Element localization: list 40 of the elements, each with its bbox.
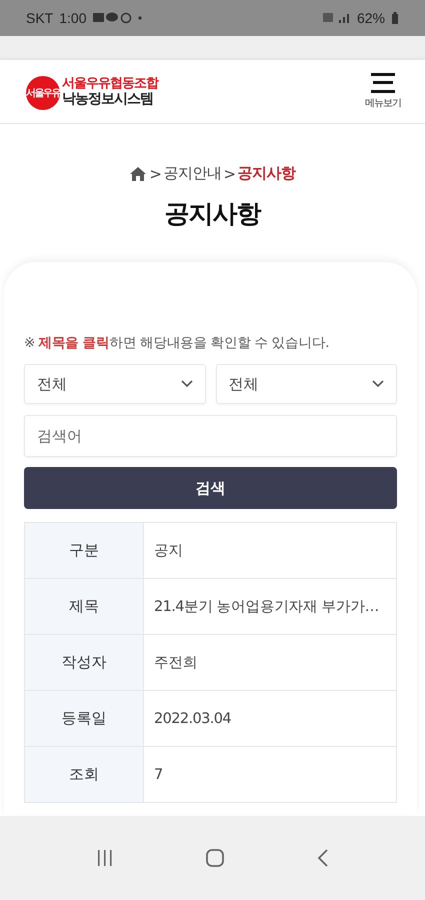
logo-title: 서울우유협동조합 (62, 76, 158, 91)
circle-icon (121, 12, 132, 24)
carrier-text: SKT (26, 10, 54, 26)
field-label: 조회 (25, 747, 144, 802)
chevron-down-icon (372, 380, 384, 388)
field-label: 제목 (25, 579, 144, 634)
back-button[interactable] (316, 848, 330, 868)
clock-text: 1:00 (59, 10, 86, 26)
filter-dropdown[interactable]: 전체 (216, 364, 397, 404)
home-icon[interactable] (129, 166, 148, 182)
field-label: 등록일 (25, 691, 144, 746)
field-label: 구분 (25, 523, 144, 578)
chat-icon (106, 12, 118, 22)
home-button[interactable] (205, 848, 226, 868)
menu-icon (371, 73, 395, 93)
filter-dropdown[interactable]: 전체 (24, 364, 206, 404)
field-value: 7 (153, 766, 164, 784)
field-value: 공지 (153, 542, 184, 561)
logo-badge: 서울우유 (26, 76, 60, 110)
breadcrumb-current[interactable]: 공지사항 (238, 164, 296, 183)
page-title: 공지사항 (164, 198, 262, 230)
breadcrumb-link[interactable]: 공지안내 (164, 164, 222, 183)
signal-icon (322, 13, 349, 23)
field-value: 21.4분기 농어업용기자재 부가가… (153, 598, 380, 617)
chevron-down-icon (180, 380, 192, 388)
field-value: 주전희 (153, 654, 198, 673)
post-card[interactable]: 구분 공지 제목 21.4분기 농어업용기자재 부가가… 작성자 주전희 등록일 2022.03.04 조회 7 (24, 522, 397, 803)
search-field[interactable]: 검색어 (24, 415, 397, 457)
image-icon (93, 13, 104, 22)
notice-text: ※ 제목을 클릭하면 해당내용을 확인할 수 있습니다. (24, 334, 330, 352)
search-button[interactable]: 검색 (24, 467, 397, 509)
battery-text: 62% (356, 10, 385, 26)
field-value: 2022.03.04 (153, 710, 232, 728)
breadcrumb-separator: > (149, 164, 162, 182)
breadcrumb-separator: > (224, 164, 236, 182)
logo-subtitle: 낙농정보시스템 (62, 91, 154, 107)
dot-icon (138, 16, 142, 20)
battery-icon (392, 12, 398, 24)
field-label: 작성자 (25, 635, 144, 690)
menu-button[interactable]: 메뉴보기 (365, 73, 401, 110)
